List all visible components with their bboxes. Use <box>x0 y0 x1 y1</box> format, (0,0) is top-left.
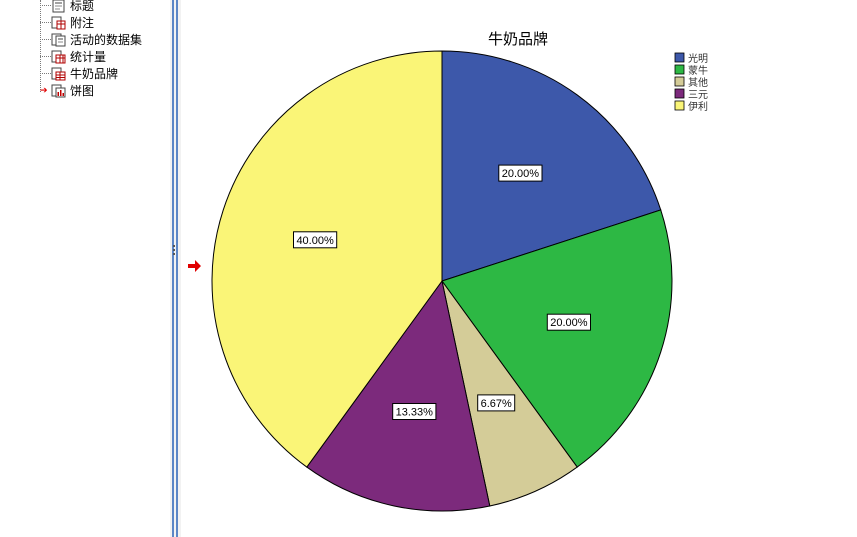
tree-item-milk-brand[interactable]: 牛奶品牌 <box>40 65 118 82</box>
slice-label-text: 6.67% <box>481 398 512 410</box>
pie-chart[interactable]: 牛奶品牌 20.00% 20.00% 6.67% 13.33% 40.00% 光明蒙牛其… <box>181 0 857 537</box>
tree-item-label: 标题 <box>70 0 95 13</box>
tree-item-title[interactable]: 标题 <box>40 0 94 14</box>
legend-label: 蒙牛 <box>688 64 708 77</box>
slice-label-text: 20.00% <box>550 317 588 329</box>
tree-item-pie-chart[interactable]: ➔ 饼图 <box>40 82 94 99</box>
slice-label: 40.00% <box>293 231 338 249</box>
pie-chart-icon <box>51 84 66 98</box>
statistics-table-icon <box>51 50 66 64</box>
tree-item-notes[interactable]: 附注 <box>40 14 94 31</box>
outline-pane: 标题 附注 活动的数据集 统计量 牛奶品牌 ➔ 饼图 <box>0 0 170 537</box>
pie-slices <box>211 50 673 512</box>
tree-item-label: 饼图 <box>70 84 95 98</box>
tree-item-label: 牛奶品牌 <box>70 67 119 81</box>
slice-label: 20.00% <box>498 164 543 182</box>
slice-label: 6.67% <box>477 394 516 412</box>
notes-table-icon <box>51 16 66 30</box>
slice-label-text: 40.00% <box>296 235 334 247</box>
tree-item-label: 活动的数据集 <box>70 33 143 47</box>
pane-splitter[interactable] <box>170 0 181 537</box>
slice-label-text: 13.33% <box>396 407 434 419</box>
legend-label: 三元 <box>688 90 708 101</box>
slice-label: 20.00% <box>546 313 591 331</box>
tree-item-label: 附注 <box>70 16 95 30</box>
slice-label: 13.33% <box>392 403 437 420</box>
tree-item-statistics[interactable]: 统计量 <box>40 48 106 65</box>
frequency-table-icon <box>51 67 66 81</box>
current-item-arrow-icon: ➔ <box>40 85 48 96</box>
splitter-grip-icon[interactable] <box>173 245 176 259</box>
slice-label-text: 20.00% <box>502 168 540 180</box>
legend-label: 伊利 <box>688 101 708 113</box>
tree-item-label: 统计量 <box>70 50 107 64</box>
legend-label: 光明 <box>688 52 708 65</box>
legend-swatch <box>674 100 685 111</box>
legend-swatch <box>674 88 685 99</box>
legend-swatch <box>674 76 685 87</box>
legend-label: 其他 <box>688 76 708 89</box>
chart-legend: 光明蒙牛其他三元伊利 <box>674 52 708 113</box>
chart-title: 牛奶品牌 <box>488 30 548 48</box>
legend-swatch <box>674 52 685 63</box>
output-viewer: 牛奶品牌 20.00% 20.00% 6.67% 13.33% 40.00% 光明 蒙牛其… <box>181 0 857 537</box>
tree-item-active-dataset[interactable]: 活动的数据集 <box>40 31 142 48</box>
dataset-doc-icon <box>51 33 66 47</box>
title-doc-icon <box>51 0 66 13</box>
legend-swatch <box>674 64 685 75</box>
